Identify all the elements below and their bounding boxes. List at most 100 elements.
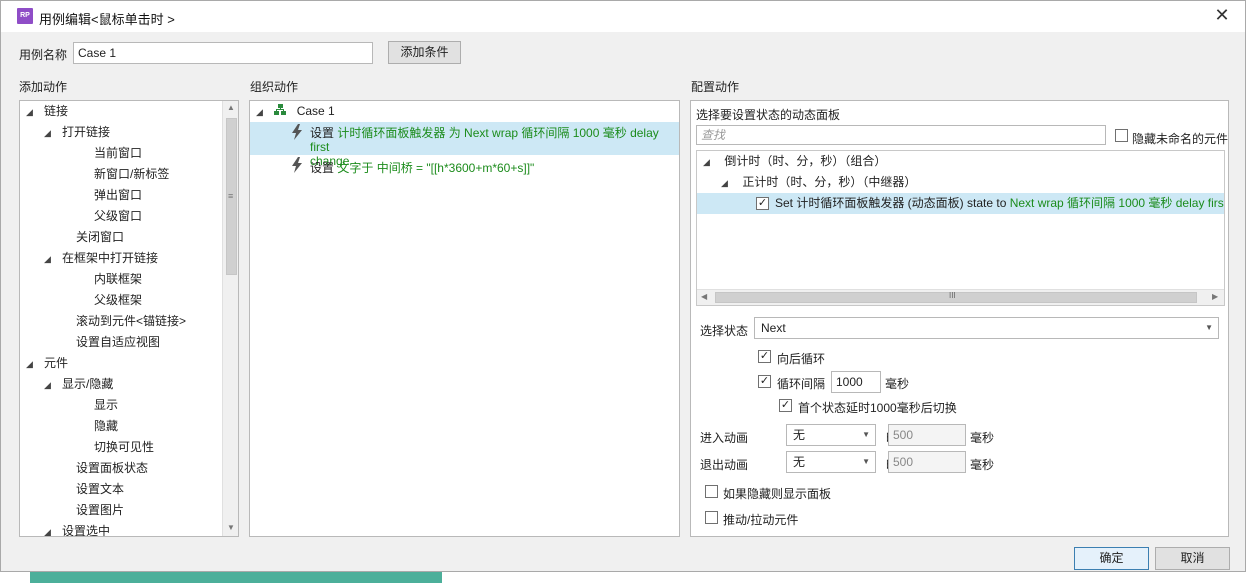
loop-interval-input[interactable]: 1000 [831,371,881,393]
add-action-item[interactable]: 设置面板状态 [62,458,148,479]
add-action-item[interactable]: 内联框架 [80,269,142,290]
add-actions-scrollbar[interactable]: ▲ ≡ ▼ [222,101,238,536]
expand-triangle-icon[interactable]: ◢ [26,354,40,375]
add-action-label: 链接 [44,104,69,118]
cancel-button[interactable]: 取消 [1155,547,1230,570]
configure-actions-heading: 配置动作 [691,80,740,94]
add-condition-button[interactable]: 添加条件 [388,41,461,64]
add-action-item[interactable]: 切换可见性 [80,437,154,458]
add-action-item[interactable]: ◢ 元件 [26,353,68,374]
push-pull-checkbox[interactable] [705,511,718,524]
add-action-label: 设置面板状态 [76,461,149,475]
add-action-label: 切换可见性 [94,440,155,454]
add-action-label: 关闭窗口 [76,230,125,244]
add-action-item[interactable]: 隐藏 [80,416,118,437]
exit-animation-value: 无 [793,455,806,469]
add-action-item[interactable]: ◢ 链接 [26,101,68,122]
tree-group-node[interactable]: ◢ 倒计时（时、分，秒）（组合） [703,151,886,172]
add-actions-panel: ◢ 链接 ◢ 打开链接当前窗口新窗口/新标签弹出窗口 父级窗口关闭窗口 ◢ 在框架中打开链接… [19,100,239,537]
add-action-item[interactable]: 设置文本 [62,479,124,500]
add-action-label: 设置选中 [62,524,111,537]
first-state-delay-checkbox[interactable]: ✓ [779,399,792,412]
panel-state-prefix: Set 计时循环面板触发器 (动态面板) state to [775,196,1010,210]
expand-triangle-icon[interactable]: ◢ [703,152,717,173]
exit-animation-dropdown[interactable]: 无 ▼ [786,451,876,473]
add-action-label: 元件 [44,356,69,370]
add-action-label: 内联框架 [94,272,143,286]
expand-triangle-icon[interactable]: ◢ [26,102,40,123]
scroll-left-arrow-icon[interactable]: ◀ [701,292,707,301]
add-action-item[interactable]: 弹出窗口 [80,185,142,206]
add-action-label: 打开链接 [62,125,111,139]
case-node[interactable]: ◢ Case 1 [256,101,335,122]
choose-panel-label: 选择要设置状态的动态面板 [696,108,841,122]
add-action-label: 隐藏 [94,419,119,433]
case-label: Case 1 [296,104,335,118]
add-action-item[interactable]: 显示 [80,395,118,416]
add-action-label: 新窗口/新标签 [94,167,170,181]
horizontal-scrollbar[interactable]: ◀ III ▶ [697,289,1224,305]
add-action-item[interactable]: 当前窗口 [80,143,142,164]
expand-triangle-icon[interactable]: ◢ [44,375,58,396]
add-action-label: 设置文本 [76,482,125,496]
scroll-grip-icon: ≡ [228,191,234,201]
case-editor-dialog: RP 用例编辑<鼠标单击时 > ✕ 用例名称 Case 1 添加条件 添加动作 … [0,0,1246,572]
exit-animation-label: 退出动画 [700,458,749,472]
organize-actions-panel: ◢ Case 1 设置 计时循环面板触发器 为 Next wrap 循环间隔 1… [249,100,680,537]
enter-animation-dropdown[interactable]: 无 ▼ [786,424,876,446]
add-action-item[interactable]: ◢ 打开链接 [44,122,110,143]
expand-triangle-icon[interactable]: ◢ [44,123,58,144]
organize-actions-heading: 组织动作 [250,80,299,94]
background-banner [30,572,442,583]
scroll-thumb[interactable] [715,292,1197,303]
expand-triangle-icon[interactable]: ◢ [44,522,58,536]
add-action-label: 显示/隐藏 [62,377,114,391]
action-2-row[interactable]: 设置 文字于 中间桥 = "[[h*3600+m*60+s]]" [310,159,534,176]
add-action-item[interactable]: 新窗口/新标签 [80,164,169,185]
add-action-item[interactable]: 父级框架 [80,290,142,311]
expand-triangle-icon[interactable]: ◢ [256,102,270,123]
close-icon[interactable]: ✕ [1212,5,1232,25]
add-action-item[interactable]: 设置自适应视图 [62,332,160,353]
panel-state-detail: Next wrap 循环间隔 1000 毫秒 delay first chang [1009,196,1224,210]
loop-interval-unit: 毫秒 [885,377,910,391]
wrap-checkbox[interactable]: ✓ [758,350,771,363]
scroll-up-arrow-icon[interactable]: ▲ [227,103,235,112]
show-if-hidden-label: 如果隐藏则显示面板 [723,487,832,501]
add-action-item[interactable]: 父级窗口 [80,206,142,227]
add-action-label: 当前窗口 [94,146,143,160]
scroll-right-arrow-icon[interactable]: ▶ [1212,292,1218,301]
tree-relay-node[interactable]: ◢ 正计时（时、分，秒）（中继器） [721,172,916,193]
panel-state-checkbox[interactable]: ✓ [756,197,769,210]
add-action-item[interactable]: ◢ 在框架中打开链接 [44,248,158,269]
add-action-item[interactable]: ◢ 设置选中 [44,521,111,537]
first-state-delay-label: 首个状态延时1000毫秒后切换 [798,401,957,415]
select-state-dropdown[interactable]: Next ▼ [754,317,1219,339]
expand-triangle-icon[interactable]: ◢ [721,173,735,194]
loop-interval-checkbox[interactable]: ✓ [758,375,771,388]
add-action-item[interactable]: 关闭窗口 [62,227,124,248]
window-title: 用例编辑<鼠标单击时 > [39,12,175,27]
hide-unnamed-label: 隐藏未命名的元件 [1132,132,1229,146]
show-if-hidden-checkbox[interactable] [705,485,718,498]
add-action-item[interactable]: 滚动到元件<锚链接> [62,311,186,332]
case-name-input[interactable]: Case 1 [73,42,373,64]
case-tree-icon [273,104,290,118]
add-action-label: 设置图片 [76,503,125,517]
exit-time-unit: 毫秒 [970,458,995,472]
scroll-down-arrow-icon[interactable]: ▼ [227,523,235,532]
chevron-down-icon: ▼ [862,430,870,439]
add-action-item[interactable]: 设置图片 [62,500,124,521]
hide-unnamed-checkbox[interactable] [1115,129,1128,142]
action-1-detail: 计时循环面板触发器 为 Next wrap 循环间隔 1000 毫秒 delay… [310,126,659,154]
lightning-icon [290,124,304,140]
add-action-item[interactable]: ◢ 显示/隐藏 [44,374,113,395]
panel-tree: ◢ 倒计时（时、分，秒）（组合） ◢ 正计时（时、分，秒）（中继器） ✓ Set… [696,150,1225,306]
exit-time-input: 500 [888,451,966,473]
expand-triangle-icon[interactable]: ◢ [44,249,58,270]
search-input[interactable]: 查找 [696,125,1106,145]
group-label: 倒计时（时、分，秒）（组合） [724,154,887,168]
add-action-label: 在框架中打开链接 [62,251,159,265]
ok-button[interactable]: 确定 [1074,547,1149,570]
push-pull-label: 推动/拉动元件 [723,513,799,527]
